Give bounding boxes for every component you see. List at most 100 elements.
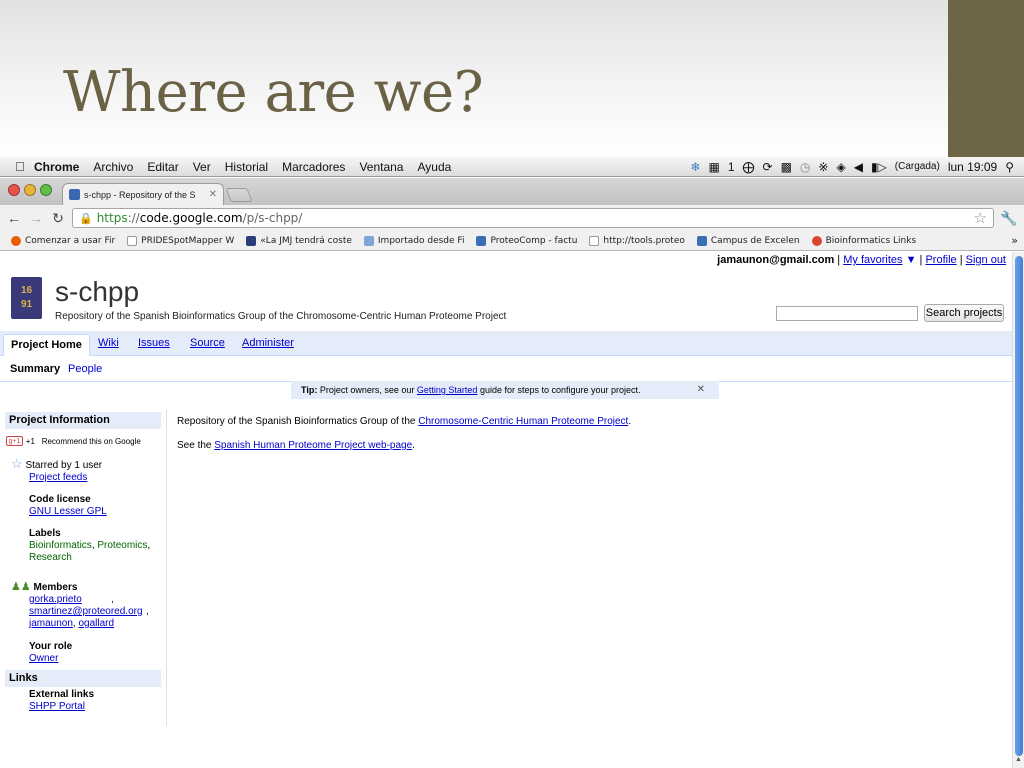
user-email: jamaunon@gmail.com [717,254,835,266]
bookmark-label: Comenzar a usar Fir [25,235,116,246]
sync-icon[interactable]: ⟳ [759,160,777,174]
bookmark-star-icon[interactable]: ☆ [974,209,987,227]
menu-marcadores[interactable]: Marcadores [275,160,352,174]
zoom-window-button[interactable] [40,184,52,196]
label-link[interactable]: Bioinformatics [29,540,92,551]
tip-close-icon[interactable]: ✕ [697,384,705,395]
spreadsheet-icon [696,235,707,246]
wifi-icon[interactable]: ◈ [832,160,849,174]
bookmark-item[interactable]: Comenzar a usar Fir [5,235,121,246]
address-bar[interactable]: 🔒 https :// code.google.com /p/s-chpp/ ☆ [72,208,994,228]
role-owner-link[interactable]: Owner [29,653,58,664]
scrollbar-thumb[interactable] [1015,256,1023,756]
scroll-up-arrow-icon[interactable]: ▲ [1015,756,1022,763]
code-license-label: Code license [29,494,91,505]
firefox-icon [11,235,21,246]
lifesaver-icon[interactable]: ⨁ [739,160,759,174]
bookmark-item[interactable]: Importado desde Fi [358,235,471,246]
tab-close-icon[interactable]: ✕ [209,189,217,200]
battery-icon[interactable]: ▮▷ [867,160,891,174]
spaces-count[interactable]: 1 [724,160,739,174]
menu-ver[interactable]: Ver [186,160,218,174]
menu-ayuda[interactable]: Ayuda [410,160,458,174]
description-line: See the Spanish Human Proteome Project w… [177,440,415,451]
battery-status[interactable]: (Cargada) [891,161,944,172]
label-link[interactable]: Proteomics [97,540,147,551]
reload-icon[interactable]: ↻ [50,210,66,227]
bookmark-item[interactable]: ProteoComp - factu [470,235,583,246]
member-link[interactable]: smartinez@proteored.org [29,606,143,617]
tab-project-home[interactable]: Project Home [3,334,90,356]
star-icon[interactable]: ☆ [11,456,23,471]
favorites-dropdown-icon[interactable]: ▼ [906,254,917,266]
member-link[interactable]: ogallard [78,618,114,629]
tab-issues[interactable]: Issues [138,337,170,349]
project-sidebar: Project Information g+1 +1 Recommend thi… [0,410,167,726]
menu-archivo[interactable]: Archivo [86,160,140,174]
member-link[interactable]: jamaunon [29,618,73,629]
project-name[interactable]: s-chpp [55,276,139,308]
tab-title: s-chpp - Repository of the S [84,189,196,200]
bioinformatics-icon [811,235,822,246]
menu-historial[interactable]: Historial [218,160,275,174]
label-link[interactable]: Research [29,552,72,563]
minimize-window-button[interactable] [24,184,36,196]
apple-menu-icon[interactable]:  [0,159,28,174]
subtab-summary[interactable]: Summary [10,363,60,375]
back-arrow-icon[interactable]: ← [6,210,22,226]
project-feeds-link[interactable]: Project feeds [29,472,87,483]
bookmarks-bar: Comenzar a usar Fir PRIDESpotMapper W «L… [0,231,1024,251]
profile-link[interactable]: Profile [925,254,956,266]
menubar-clock[interactable]: lun 19:09 [944,160,1001,174]
spaces-icon[interactable]: ▦ [704,160,723,174]
slide-accent-bar [948,0,1024,157]
sign-out-link[interactable]: Sign out [966,254,1006,266]
spreadsheet-icon [476,235,487,246]
tab-source[interactable]: Source [190,337,225,349]
my-favorites-link[interactable]: My favorites [843,254,902,266]
page-scrollbar[interactable]: ▲ [1012,252,1024,768]
search-input[interactable] [776,306,918,321]
tip-banner: Tip: Project owners, see our Getting Sta… [291,381,719,399]
bookmark-item[interactable]: Campus de Excelen [691,235,806,246]
wrench-menu-icon[interactable]: 🔧 [1000,210,1018,227]
member-link[interactable]: gorka.prieto [29,594,82,605]
url-host: code.google.com [139,211,243,225]
bookmark-item[interactable]: PRIDESpotMapper W [121,235,240,246]
links-header: Links [5,670,161,687]
shpp-portal-link[interactable]: SHPP Portal [29,701,85,712]
subtab-people[interactable]: People [68,363,102,375]
close-window-button[interactable] [8,184,20,196]
web-page: jamaunon@gmail.com | My favorites ▼ | Pr… [0,252,1012,768]
menu-app-chrome[interactable]: Chrome [28,160,86,174]
labels-row: Bioinformatics, Proteomics, [29,540,151,551]
menu-ventana[interactable]: Ventana [352,160,410,174]
bluetooth-icon[interactable]: ※ [814,160,832,174]
time-machine-icon[interactable]: ◷ [796,160,814,174]
shpp-webpage-link[interactable]: Spanish Human Proteome Project web-page [214,440,412,451]
google-plus-one-icon[interactable]: g+1 [6,436,23,447]
code-license-link[interactable]: GNU Lesser GPL [29,506,107,517]
browser-tab-active[interactable]: s-chpp - Repository of the S ✕ [62,183,224,205]
menu-editar[interactable]: Editar [140,160,185,174]
forward-arrow-icon[interactable]: → [28,210,44,226]
comma: , [111,594,114,605]
tab-wiki[interactable]: Wiki [98,337,119,349]
project-logo[interactable]: 16 91 [11,277,42,319]
dropbox-icon[interactable]: ❄ [686,160,704,174]
tab-administer[interactable]: Administer [242,337,294,349]
bookmark-item[interactable]: «La JMJ tendrá coste [240,235,358,246]
bookmark-item[interactable]: Bioinformatics Links [806,235,923,246]
bookmark-label: PRIDESpotMapper W [141,235,235,246]
search-projects-button[interactable]: Search projects [924,304,1004,322]
bookmarks-overflow-icon[interactable]: » [1011,234,1024,247]
description-line: Repository of the Spanish Bioinformatics… [177,416,632,427]
getting-started-link[interactable]: Getting Started [417,385,478,395]
comma: , [146,606,149,617]
spotlight-icon[interactable]: ⚲ [1001,160,1018,174]
volume-icon[interactable]: ◀ [850,160,867,174]
chromosome-centric-link[interactable]: Chromosome-Centric Human Proteome Projec… [418,416,628,427]
new-tab-button[interactable] [225,188,253,202]
bookmark-item[interactable]: http://tools.proteo [583,235,690,246]
display-icon[interactable]: ▩ [777,160,796,174]
